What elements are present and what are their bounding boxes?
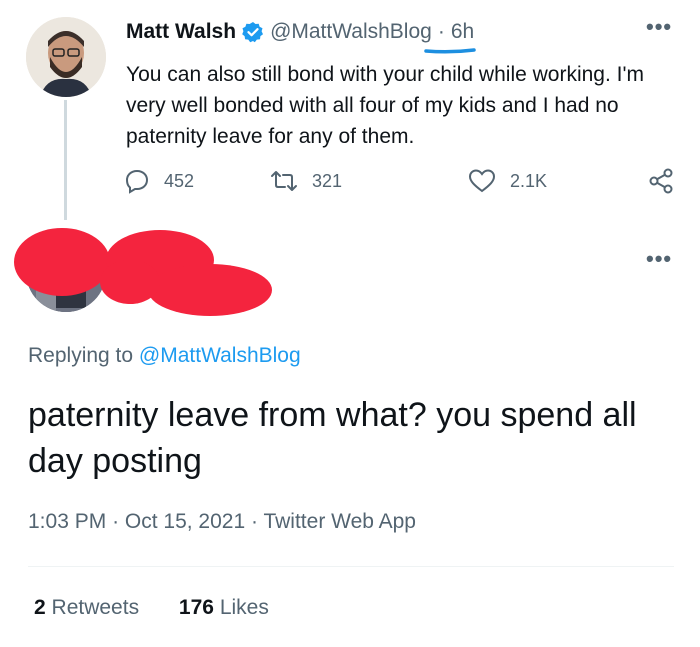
header-separator: · xyxy=(437,20,445,43)
retweets-label: Retweets xyxy=(51,596,140,619)
divider xyxy=(28,566,674,567)
avatar[interactable] xyxy=(26,17,106,97)
likes-label: Likes xyxy=(219,596,269,619)
tweet-text: You can also still bond with your child … xyxy=(126,63,644,148)
likes-count: 176 xyxy=(178,596,214,619)
thread-connector-line xyxy=(64,100,67,220)
like-icon xyxy=(468,169,496,193)
like-button[interactable]: 2.1K xyxy=(468,168,547,194)
meta-separator: · xyxy=(251,510,258,533)
retweet-icon xyxy=(271,171,297,191)
reply-icon xyxy=(125,169,149,194)
reply-button[interactable]: 452 xyxy=(124,168,194,194)
share-button[interactable] xyxy=(648,168,688,194)
engagement-stats: 2 Retweets 176 Likes xyxy=(34,596,303,620)
retweet-count: 321 xyxy=(312,170,343,191)
redaction-scribble xyxy=(14,228,272,316)
replying-to-prefix: Replying to xyxy=(28,344,134,367)
tweet-time[interactable]: 1:03 PM xyxy=(28,510,106,533)
reply-tweet-text: paternity leave from what? you spend all… xyxy=(28,396,637,480)
tweet-actions: 452 321 2.1K xyxy=(124,168,684,204)
verified-badge-icon xyxy=(242,21,264,43)
handle-underline-annotation xyxy=(424,48,476,54)
share-icon xyxy=(649,168,673,194)
retweet-button[interactable]: 321 xyxy=(270,168,342,194)
tweet-source[interactable]: Twitter Web App xyxy=(263,510,416,533)
tweet-date[interactable]: Oct 15, 2021 xyxy=(125,510,245,533)
retweets-stat[interactable]: 2 Retweets xyxy=(34,596,145,619)
reply-more-options-icon[interactable]: ••• xyxy=(646,246,672,272)
reply-count: 452 xyxy=(164,170,195,191)
replying-to-line: Replying to @MattWalshBlog xyxy=(28,344,301,368)
likes-stat[interactable]: 176 Likes xyxy=(179,596,269,619)
tweet-metadata: 1:03 PM · Oct 15, 2021 · Twitter Web App xyxy=(28,510,416,534)
avatar-photo xyxy=(26,17,106,97)
more-options-icon[interactable]: ••• xyxy=(646,14,672,40)
retweets-count: 2 xyxy=(34,596,46,619)
meta-separator: · xyxy=(112,510,120,533)
replying-to-handle-link[interactable]: @MattWalshBlog xyxy=(139,344,301,367)
like-count: 2.1K xyxy=(510,170,548,191)
author-name[interactable]: Matt Walsh xyxy=(126,20,236,44)
tweet-timestamp[interactable]: 6h xyxy=(451,20,474,44)
author-handle[interactable]: @MattWalshBlog xyxy=(270,20,432,44)
tweet-header: Matt Walsh @MattWalshBlog · 6h xyxy=(126,20,474,44)
